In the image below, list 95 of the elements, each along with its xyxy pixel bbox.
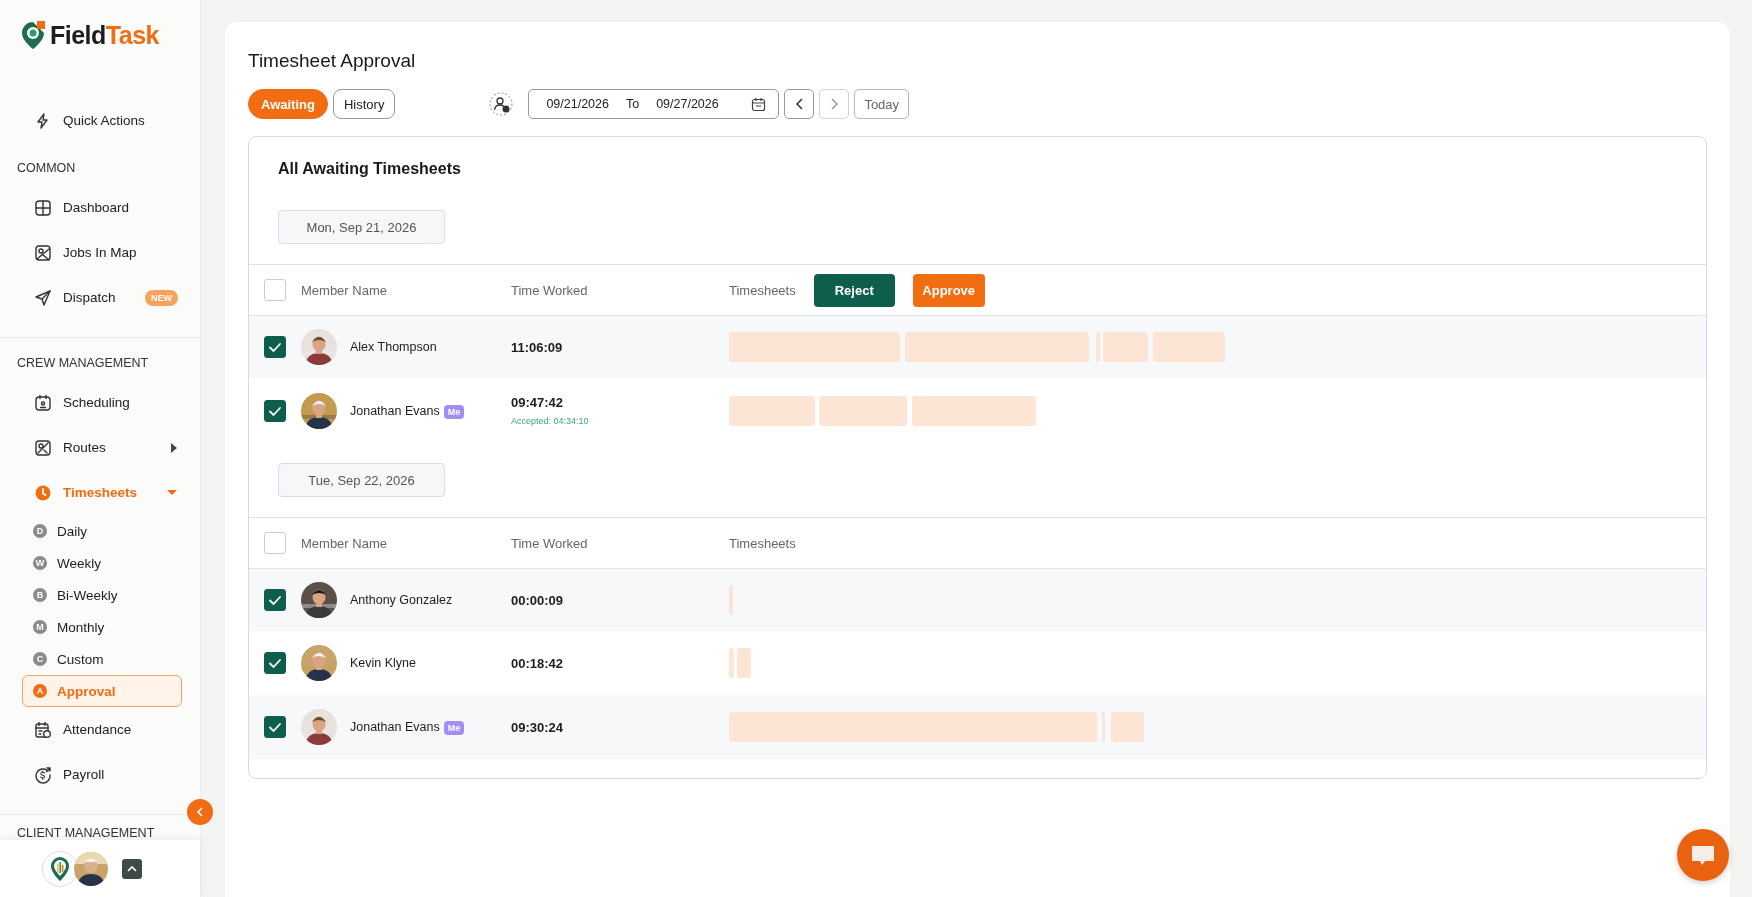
- timesheet-segment[interactable]: [1111, 712, 1144, 742]
- row-checkbox[interactable]: [264, 716, 286, 738]
- chevron-up-icon: [126, 863, 138, 874]
- timesheet-segment[interactable]: [729, 585, 733, 615]
- clock-icon: [34, 483, 52, 502]
- nav-item[interactable]: Payroll: [0, 752, 200, 797]
- member-name: Jonathan Evans: [350, 720, 440, 734]
- calendar-clock-icon: [34, 720, 52, 739]
- accepted-time: Accepted: 04:34:10: [511, 416, 590, 426]
- timesheet-segment[interactable]: [819, 395, 907, 426]
- logo-text: FieldTask: [50, 20, 159, 50]
- previous-button[interactable]: [784, 89, 815, 119]
- member-name: Alex Thompson: [350, 340, 437, 354]
- chevron-right-icon: [829, 98, 839, 110]
- user-filter-icon: [489, 92, 514, 116]
- page-title: Timesheet Approval: [248, 49, 417, 73]
- timesheet-segment[interactable]: [729, 712, 1097, 742]
- row-checkbox[interactable]: [264, 336, 286, 358]
- dollar-icon: [34, 765, 52, 784]
- member-name: Jonathan Evans: [350, 403, 440, 418]
- nav-item[interactable]: Scheduling: [0, 380, 200, 425]
- me-badge: Me: [443, 404, 465, 419]
- time-worked: 09:47:42: [511, 395, 565, 410]
- section-heading: CLIENT MANAGEMENT: [16, 825, 156, 842]
- timesheet-segment[interactable]: [1102, 712, 1105, 742]
- reject-button[interactable]: Reject: [813, 273, 895, 307]
- paper-plane-icon: [34, 288, 52, 307]
- checkmark-icon: [268, 721, 282, 733]
- timesheet-segment[interactable]: [1103, 332, 1148, 362]
- calendar-icon: [751, 96, 767, 112]
- grid-icon: [34, 198, 52, 217]
- timesheet-segment[interactable]: [905, 332, 1089, 362]
- caret-right-icon: [169, 441, 178, 454]
- nav-item[interactable]: Dashboard: [0, 185, 200, 230]
- column-header: Time Worked: [511, 535, 588, 551]
- checkmark-icon: [268, 594, 282, 606]
- date-chip: Mon, Sep 21, 2026: [278, 210, 445, 244]
- tab[interactable]: History: [332, 89, 396, 119]
- column-header: Member Name: [301, 282, 387, 298]
- section-heading: CREW MANAGEMENT: [16, 355, 150, 372]
- nav-subitem[interactable]: W Weekly: [22, 547, 182, 579]
- quick-actions-link[interactable]: Quick Actions: [0, 98, 200, 143]
- column-header: Timesheets: [729, 282, 796, 298]
- nav-item[interactable]: Routes: [0, 425, 200, 470]
- timesheet-segment[interactable]: [729, 648, 734, 678]
- nav-subitem[interactable]: C Custom: [22, 643, 182, 675]
- company-logo[interactable]: [42, 850, 78, 887]
- date-range-picker[interactable]: 09/21/2026 To 09/27/2026: [528, 89, 780, 119]
- row-checkbox[interactable]: [264, 399, 286, 422]
- nav-item[interactable]: Jobs In Map: [0, 230, 200, 275]
- select-all-checkbox[interactable]: [264, 532, 286, 554]
- time-worked: 00:18:42: [511, 655, 565, 671]
- nav-subitem[interactable]: B Bi-Weekly: [22, 579, 182, 611]
- collapse-sidebar-button[interactable]: [187, 799, 213, 825]
- next-button[interactable]: [819, 89, 850, 119]
- card-title: All Awaiting Timesheets: [277, 159, 462, 179]
- section-heading: COMMON: [16, 160, 77, 177]
- nav-item[interactable]: Attendance: [0, 707, 200, 752]
- chevron-left-icon: [794, 98, 804, 110]
- select-all-checkbox[interactable]: [264, 279, 286, 301]
- checkmark-icon: [268, 657, 282, 669]
- time-worked: 00:00:09: [511, 592, 565, 608]
- column-header: Member Name: [301, 535, 387, 551]
- logo-icon: [20, 20, 46, 50]
- checkmark-icon: [268, 341, 282, 353]
- calendar-icon: [34, 393, 52, 412]
- route-map-icon: [34, 438, 52, 457]
- timesheet-segment[interactable]: [1153, 332, 1225, 362]
- map-icon: [34, 243, 52, 262]
- nav-item[interactable]: Dispatch NEW: [0, 275, 200, 320]
- checkmark-icon: [268, 404, 282, 417]
- time-worked: 09:30:24: [511, 719, 565, 735]
- timesheet-segment[interactable]: [912, 395, 1036, 426]
- map-pin-icon: [50, 855, 70, 882]
- row-checkbox[interactable]: [264, 589, 286, 611]
- timesheet-segment[interactable]: [729, 332, 900, 362]
- chevron-left-icon: [196, 807, 204, 817]
- timesheet-segment[interactable]: [1096, 332, 1100, 362]
- chat-bubble-icon: [1690, 844, 1716, 866]
- member-name: Anthony Gonzalez: [350, 593, 453, 607]
- timesheet-segment[interactable]: [729, 395, 815, 426]
- row-checkbox[interactable]: [264, 652, 286, 674]
- time-worked: 11:06:09: [511, 339, 564, 355]
- timesheet-segment[interactable]: [737, 648, 751, 678]
- new-badge: NEW: [145, 289, 178, 306]
- nav-subitem[interactable]: M Monthly: [22, 611, 182, 643]
- column-header: Time Worked: [511, 282, 588, 298]
- date-chip: Tue, Sep 22, 2026: [278, 463, 445, 497]
- today-button[interactable]: Today: [854, 89, 910, 119]
- expand-button[interactable]: [122, 858, 142, 879]
- caret-down-icon: [166, 488, 178, 497]
- me-badge: Me: [443, 721, 465, 735]
- column-header: Timesheets: [729, 535, 796, 551]
- member-name: Kevin Klyne: [350, 656, 416, 670]
- nav-subitem[interactable]: D Daily: [22, 515, 182, 547]
